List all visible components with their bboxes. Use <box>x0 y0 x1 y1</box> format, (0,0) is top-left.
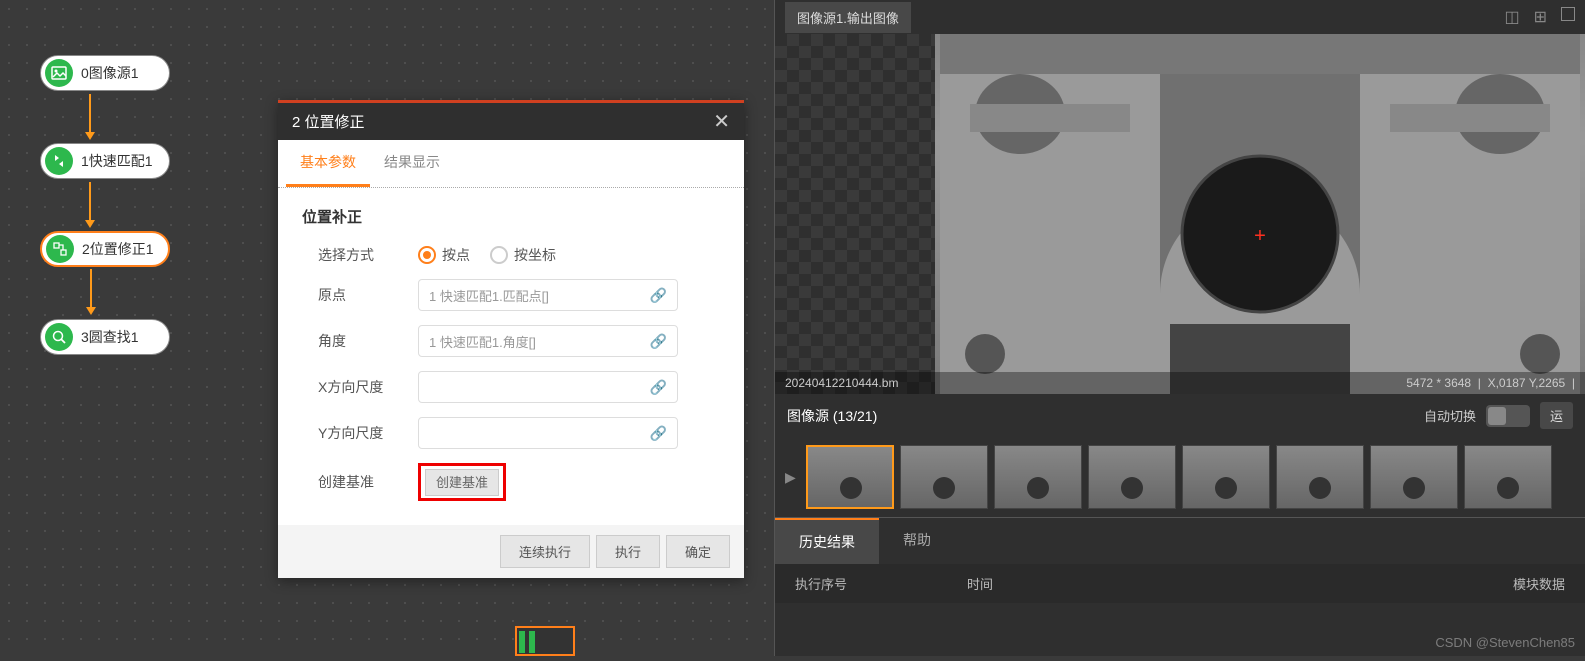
dialog-tabs: 基本参数 结果显示 <box>278 140 744 188</box>
tab-result-display[interactable]: 结果显示 <box>370 140 454 187</box>
flow-graph: 0图像源1 1快速匹配1 2位置修正1 3圆查找1 <box>40 55 170 407</box>
ok-button[interactable]: 确定 <box>666 535 730 568</box>
radio-dot-icon <box>418 246 436 264</box>
execute-button[interactable]: 执行 <box>596 535 660 568</box>
image-output-tab[interactable]: 图像源1.输出图像 <box>785 2 911 33</box>
col-time: 时间 <box>967 574 993 593</box>
thumbnail[interactable] <box>994 445 1082 509</box>
flow-arrow <box>90 269 92 313</box>
minimap-node[interactable] <box>515 626 575 656</box>
origin-input[interactable]: 1 快速匹配1.匹配点[] 🔗 <box>418 279 678 311</box>
thumbnail[interactable] <box>806 445 894 509</box>
yscale-input[interactable]: 🔗 <box>418 417 678 449</box>
position-fix-dialog: 2 位置修正 ✕ 基本参数 结果显示 位置补正 选择方式 按点 按坐标 原点 <box>278 100 744 578</box>
flow-arrow <box>89 182 91 226</box>
circle-find-icon <box>45 323 73 351</box>
param-label-yscale: Y方向尺度 <box>318 423 418 443</box>
table-header: 执行序号 时间 模块数据 <box>775 564 1585 603</box>
thumbnail[interactable] <box>1088 445 1176 509</box>
grid-view-icon[interactable]: ⊞ <box>1534 7 1547 27</box>
link-icon[interactable]: 🔗 <box>650 333 667 350</box>
svg-text:+: + <box>1254 225 1266 247</box>
dialog-titlebar[interactable]: 2 位置修正 ✕ <box>278 100 744 140</box>
highlight-box: 创建基准 <box>418 463 506 501</box>
param-label-create-ref: 创建基准 <box>318 472 418 492</box>
col-seq: 执行序号 <box>795 574 847 593</box>
node-label: 1快速匹配1 <box>81 151 153 171</box>
position-fix-icon <box>46 235 74 263</box>
param-label-angle: 角度 <box>318 331 418 351</box>
flow-node-0[interactable]: 0图像源1 <box>40 55 170 91</box>
param-label-xscale: X方向尺度 <box>318 377 418 397</box>
flow-arrow <box>89 94 91 138</box>
image-source-icon <box>45 59 73 87</box>
param-label-origin: 原点 <box>318 285 418 305</box>
thumbnail[interactable] <box>900 445 988 509</box>
tab-help[interactable]: 帮助 <box>879 518 955 564</box>
radio-by-coord[interactable]: 按坐标 <box>490 245 556 265</box>
section-heading: 位置补正 <box>302 206 720 227</box>
create-reference-button[interactable]: 创建基准 <box>425 469 499 496</box>
run-button[interactable]: 运 <box>1540 402 1573 429</box>
auto-switch-toggle[interactable] <box>1486 405 1530 427</box>
link-icon[interactable]: 🔗 <box>650 287 667 304</box>
flow-node-2[interactable]: 2位置修正1 <box>40 231 170 267</box>
gallery-title: 图像源 (13/21) <box>787 406 877 426</box>
angle-input[interactable]: 1 快速匹配1.角度[] 🔗 <box>418 325 678 357</box>
thumbnail[interactable] <box>1370 445 1458 509</box>
tab-basic-params[interactable]: 基本参数 <box>286 140 370 187</box>
close-icon[interactable]: ✕ <box>713 109 730 134</box>
node-label: 0图像源1 <box>81 63 139 83</box>
node-label: 2位置修正1 <box>82 239 154 259</box>
tab-history-result[interactable]: 历史结果 <box>775 518 879 564</box>
thumbnail[interactable] <box>1276 445 1364 509</box>
param-label-select-mode: 选择方式 <box>318 245 418 265</box>
resolution-label: 5472 * 3648 <box>1406 376 1471 390</box>
thumbnail-strip: ▶ <box>775 437 1585 517</box>
part-image: + <box>935 34 1585 394</box>
continuous-execute-button[interactable]: 连续执行 <box>500 535 590 568</box>
col-data: 模块数据 <box>1513 574 1565 593</box>
match-icon <box>45 147 73 175</box>
filename-label: 20240412210444.bm <box>785 376 898 390</box>
right-panel: 图像源1.输出图像 ◫ ⊞ + <box>774 0 1585 656</box>
radio-dot-icon <box>490 246 508 264</box>
link-icon[interactable]: 🔗 <box>650 425 667 442</box>
thumbnail[interactable] <box>1182 445 1270 509</box>
flow-node-3[interactable]: 3圆查找1 <box>40 319 170 355</box>
more-icon[interactable] <box>1561 7 1575 21</box>
flow-node-1[interactable]: 1快速匹配1 <box>40 143 170 179</box>
node-label: 3圆查找1 <box>81 327 139 347</box>
play-icon[interactable]: ▶ <box>781 469 800 486</box>
dialog-title: 2 位置修正 <box>292 111 365 132</box>
radio-by-point[interactable]: 按点 <box>418 245 470 265</box>
auto-switch-label: 自动切换 <box>1424 406 1476 425</box>
xscale-input[interactable]: 🔗 <box>418 371 678 403</box>
split-view-icon[interactable]: ◫ <box>1504 7 1519 27</box>
image-viewer[interactable]: + 20240412210444.bm 5472 * 3648 | X,0187… <box>775 34 1585 394</box>
thumbnail[interactable] <box>1464 445 1552 509</box>
coords-label: X,0187 Y,2265 <box>1488 376 1566 390</box>
link-icon[interactable]: 🔗 <box>650 379 667 396</box>
watermark: CSDN @StevenChen85 <box>1435 635 1575 650</box>
